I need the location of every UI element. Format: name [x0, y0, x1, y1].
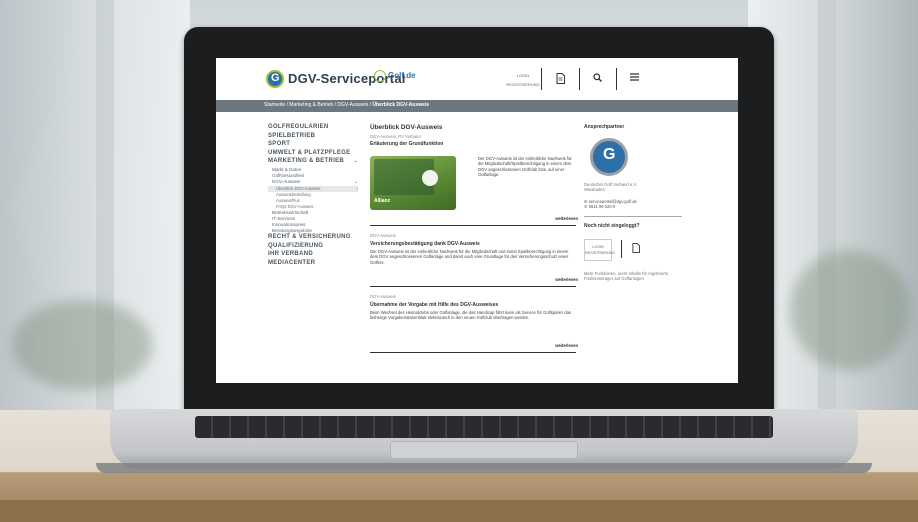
aside-login-button[interactable]: LOGIN REGISTRIERUNG: [584, 238, 615, 261]
document-icon[interactable]: [556, 73, 565, 87]
section3-title[interactable]: Übernahme der Vorgabe mit Hilfe des DGV-…: [370, 302, 576, 308]
page-title: Überblick DGV-Ausweis: [370, 124, 443, 131]
contact-title: Ansprechpartner: [584, 124, 625, 130]
nav-item-spielbetrieb[interactable]: SPIELBETRIEB: [268, 133, 358, 142]
nav-item-umwelt[interactable]: UMWELT & PLATZPFLEGE: [268, 150, 358, 159]
section1-subtitle: Erläuterung der Grundfunktion: [370, 141, 444, 147]
breadcrumb-path[interactable]: Startseite / Marketing & Betrieb / DGV-A…: [264, 102, 372, 108]
breadcrumb-current: Überblick DGV-Ausweis: [372, 102, 430, 108]
table-edge: [0, 500, 918, 522]
dgv-card-image: Allianz: [370, 156, 456, 210]
not-logged-in-title: Noch nicht eingeloggt?: [584, 222, 640, 229]
read-more-link[interactable]: weiterlesen: [555, 343, 578, 348]
hamburger-menu-icon[interactable]: [630, 73, 639, 84]
golf-ball-icon: [422, 170, 438, 186]
chevron-down-icon[interactable]: ⌄: [354, 158, 359, 164]
laptop-base-lip: [96, 463, 872, 473]
nav-item-marketing-label: MARKETING & BETRIEB: [268, 158, 345, 165]
nav-item-ihr-verband[interactable]: IHR VERBAND: [268, 251, 358, 260]
section3-meta: DGV-Ausweis: [370, 294, 396, 299]
contact-sidebar: Ansprechpartner Deutscher Golf Verband e…: [584, 124, 694, 281]
golfde-logo[interactable]: Golf.de: [374, 70, 416, 82]
chevron-right-icon: ›: [356, 185, 358, 192]
page-meta: DGV-Ausweis, RV Verband: [370, 134, 421, 139]
read-more-link[interactable]: weiterlesen: [555, 277, 578, 282]
contact-city: Wiesbaden: [584, 187, 605, 193]
laptop-trackpad: [390, 441, 578, 459]
header-divider: [616, 68, 617, 90]
contact-phone-row[interactable]: ✆ 0611 99 020-0: [584, 204, 694, 209]
header-divider: [541, 68, 542, 90]
dgv-seal-logo: [590, 138, 628, 176]
header-register-link[interactable]: REGISTRIERUNG: [506, 80, 540, 89]
allianz-brand: Allianz: [374, 198, 391, 204]
nav-item-recht[interactable]: RECHT & VERSICHERUNG: [268, 234, 358, 243]
section3: DGV-Ausweis Übernahme der Vorgabe mit Hi…: [370, 291, 576, 321]
aside-register-label: REGISTRIERUNG: [585, 250, 615, 255]
section2-meta: DGV-Ausweis: [370, 233, 396, 238]
breadcrumb: Startseite / Marketing & Betrieb / DGV-A…: [264, 102, 429, 108]
header-divider: [579, 68, 580, 90]
document-icon[interactable]: [632, 243, 640, 255]
section-divider: [370, 352, 576, 353]
aside-promo-text: Mehr Funktionen, mehr Inhalte für regist…: [584, 270, 669, 282]
aside-divider: [584, 215, 682, 217]
read-more-link[interactable]: weiterlesen: [555, 216, 578, 221]
dgv-logo-icon[interactable]: [266, 70, 284, 88]
nav-item-golfregularien[interactable]: GOLFREGULARIEN: [268, 124, 358, 133]
section-divider: [370, 286, 576, 287]
section2-text: Der DGV-Ausweis ist der einheitliche Nac…: [370, 249, 569, 265]
side-navigation: GOLFREGULARIEN SPIELBETRIEB SPORT UMWELT…: [268, 124, 358, 269]
search-icon[interactable]: [593, 73, 602, 85]
contact-phone[interactable]: 0611 99 020-0: [589, 204, 616, 209]
nav-sub-dgv-ausweis-label: DGV-Ausweis: [272, 179, 301, 185]
section3-text: Beim Wechsel des Heimatclubs oder Golfan…: [370, 310, 572, 321]
aside-login-row: LOGIN REGISTRIERUNG: [584, 238, 694, 261]
nav-item-mediacenter[interactable]: MEDIACENTER: [268, 260, 358, 269]
main-content: Überblick DGV-Ausweis DGV-Ausweis, RV Ve…: [370, 124, 578, 353]
header-login-register[interactable]: LOGIN REGISTRIERUNG: [506, 71, 540, 89]
header-login-link[interactable]: LOGIN: [506, 71, 540, 80]
section1-text: Der DGV-Ausweis ist der einheitliche Nac…: [478, 156, 572, 178]
background-plant: [12, 300, 152, 390]
nav-item-sport[interactable]: SPORT: [268, 141, 358, 150]
nav-subsub-ueberblick-label: Überblick DGV-Ausweis: [276, 185, 321, 191]
site-header: DGV-Serviceportal Golf.de LOGIN REGISTRI…: [216, 58, 738, 100]
laptop-screen: DGV-Serviceportal Golf.de LOGIN REGISTRI…: [216, 58, 738, 383]
laptop-keyboard: [195, 416, 773, 438]
chevron-down-icon[interactable]: ⌄: [354, 179, 358, 185]
nav-item-qualifizierung[interactable]: QUALIFIZIERUNG: [268, 243, 358, 252]
section2: DGV-Ausweis Versicherungsbestätigung dan…: [370, 230, 576, 265]
section2-title[interactable]: Versicherungsbestätigung dank DGV-Auswei…: [370, 241, 576, 247]
contact-email[interactable]: serviceportal@dgv.golf.de: [589, 199, 637, 204]
section-divider: [370, 225, 576, 226]
aside-divider-vertical: [621, 240, 623, 259]
background-plant: [790, 250, 910, 370]
nav-item-marketing[interactable]: MARKETING & BETRIEB ⌄: [268, 158, 358, 167]
